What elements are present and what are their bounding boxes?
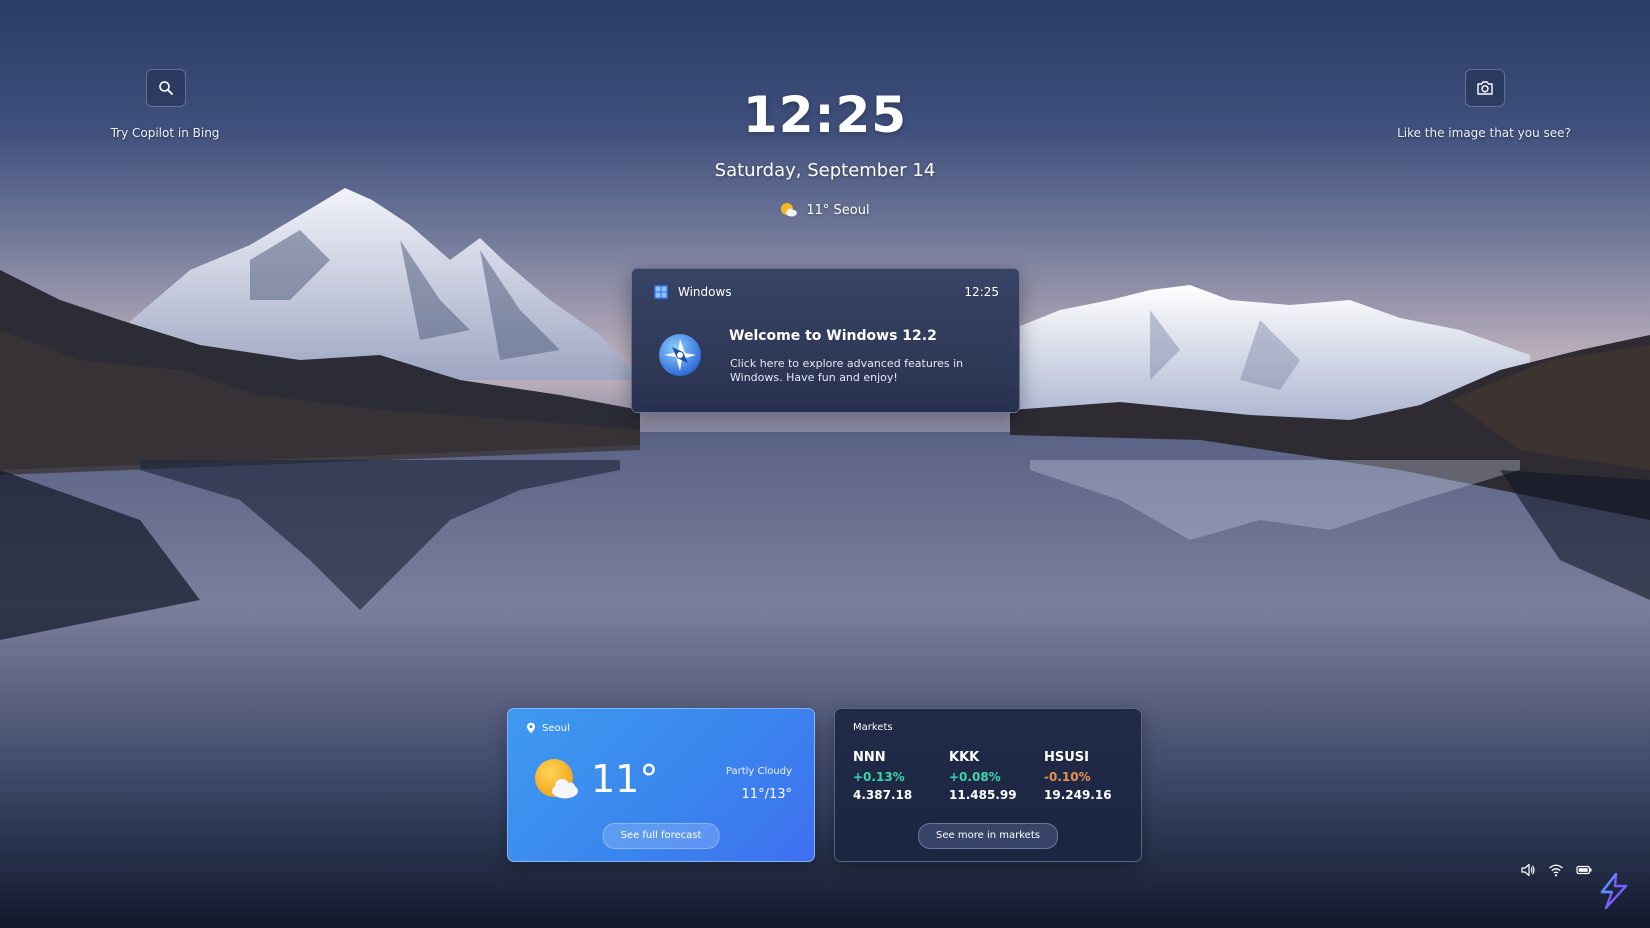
stock-price: 11.485.99	[949, 788, 1017, 802]
stock-symbol: NNN	[853, 750, 886, 765]
partly-cloudy-icon	[781, 203, 798, 217]
markets-widget[interactable]: Markets NNN +0.13% 4.387.18 KKK +0.08% 1…	[834, 708, 1142, 862]
lock-weather-text: 11° Seoul	[806, 202, 870, 218]
notification-header: Windows 12:25	[654, 285, 999, 299]
stock-item[interactable]: NNN +0.13% 4.387.18	[853, 750, 943, 802]
windows-logo-icon	[654, 285, 668, 299]
stock-change: +0.13%	[853, 770, 905, 784]
stock-change: +0.08%	[949, 770, 1001, 784]
wifi-icon[interactable]	[1548, 862, 1564, 878]
markets-title: Markets	[853, 722, 893, 733]
weather-widget[interactable]: Seoul 11° Partly Cloudy 11°/13° See full…	[507, 708, 815, 862]
notification-time: 12:25	[964, 285, 999, 299]
stock-price: 4.387.18	[853, 788, 913, 802]
lock-clock: 12:25	[742, 86, 908, 144]
stock-item[interactable]: KKK +0.08% 11.485.99	[949, 750, 1039, 802]
weather-condition: Partly Cloudy	[725, 766, 792, 777]
weather-location: Seoul	[526, 722, 570, 734]
lock-screen: Try Copilot in Bing Like the image that …	[0, 0, 1650, 928]
lock-weather-summary[interactable]: 11° Seoul	[0, 202, 1650, 218]
notification-title: Welcome to Windows 12.2	[729, 328, 937, 344]
stock-symbol: KKK	[949, 750, 980, 765]
volume-icon[interactable]	[1520, 862, 1536, 878]
stock-change: -0.10%	[1044, 770, 1091, 784]
partly-cloudy-icon	[535, 759, 578, 799]
weather-location-label: Seoul	[542, 722, 570, 734]
location-pin-icon	[527, 722, 535, 734]
see-more-markets-button[interactable]: See more in markets	[918, 823, 1058, 849]
battery-icon[interactable]	[1576, 862, 1592, 878]
weather-range: 11°/13°	[741, 787, 792, 802]
lock-date: Saturday, September 14	[714, 160, 936, 181]
see-full-forecast-button[interactable]: See full forecast	[602, 823, 720, 849]
system-tray	[1520, 862, 1592, 878]
brand-logo-icon	[1600, 872, 1628, 910]
stock-price: 19.249.16	[1044, 788, 1112, 802]
stock-symbol: HSUSI	[1044, 750, 1089, 765]
weather-temperature: 11°	[591, 757, 659, 801]
notification-toast[interactable]: Windows 12:25 Welcome to Windows 12.2 Cl…	[631, 268, 1020, 413]
notification-body: Click here to explore advanced features …	[730, 357, 964, 384]
compass-icon	[659, 334, 701, 376]
stock-item[interactable]: HSUSI -0.10% 19.249.16	[1044, 750, 1134, 802]
notification-app-name: Windows	[678, 285, 732, 299]
